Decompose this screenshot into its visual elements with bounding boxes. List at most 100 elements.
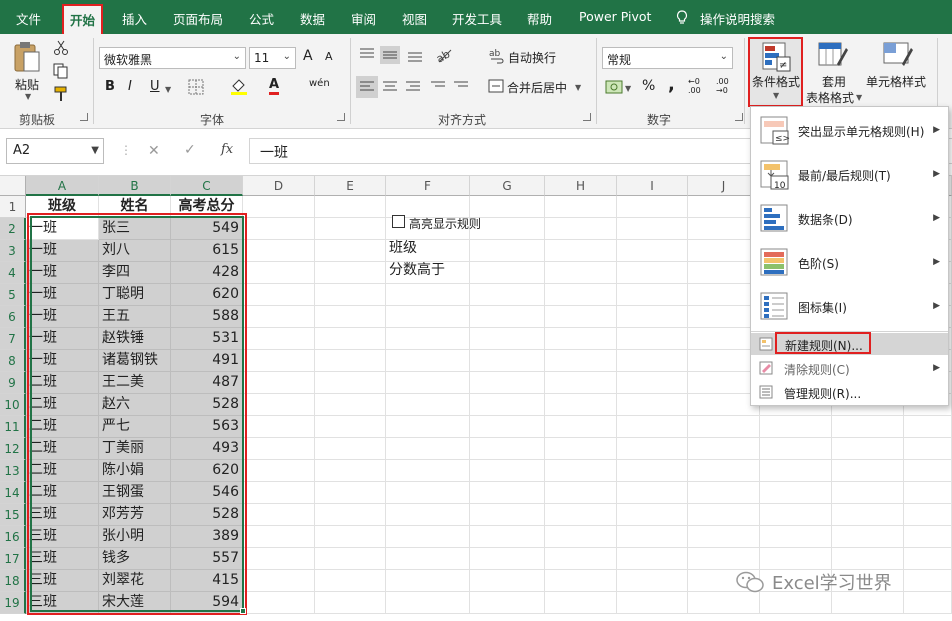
cell[interactable]	[243, 438, 315, 460]
cell[interactable]	[545, 548, 617, 570]
data-cell[interactable]: 诸葛钢铁	[99, 350, 171, 372]
data-cell[interactable]: 一班	[26, 262, 99, 284]
cell[interactable]	[315, 328, 386, 350]
cell[interactable]	[545, 592, 617, 614]
cell[interactable]	[386, 482, 470, 504]
formula-bar-options-icon[interactable]: ⋮	[120, 143, 132, 157]
cell[interactable]	[545, 482, 617, 504]
data-cell[interactable]: 549	[171, 218, 243, 240]
cell[interactable]	[386, 438, 470, 460]
bold-button[interactable]: B	[105, 79, 115, 94]
cell[interactable]	[470, 482, 545, 504]
cell[interactable]	[760, 460, 832, 482]
menu-item-highlight-rules[interactable]: ≤> 突出显示单元格规则(H) ▶	[751, 109, 948, 153]
cell[interactable]	[832, 592, 904, 614]
cell[interactable]	[315, 306, 386, 328]
phonetic-button[interactable]: wén	[309, 78, 330, 89]
cell[interactable]	[243, 306, 315, 328]
data-cell[interactable]: 487	[171, 372, 243, 394]
clipboard-launcher[interactable]	[80, 113, 88, 121]
cell[interactable]	[832, 482, 904, 504]
underline-dropdown-arrow[interactable]: ▼	[165, 85, 171, 94]
tell-me-search[interactable]: 操作说明搜索	[700, 9, 775, 27]
cell[interactable]	[904, 416, 952, 438]
data-cell[interactable]: 一班	[26, 284, 99, 306]
cell[interactable]	[243, 328, 315, 350]
cell[interactable]	[470, 460, 545, 482]
paste-dropdown-arrow[interactable]: ▼	[25, 92, 31, 101]
tab-view[interactable]: 视图	[402, 9, 427, 27]
tab-review[interactable]: 审阅	[351, 9, 376, 27]
comma-button[interactable]: ,	[668, 74, 675, 95]
cell[interactable]	[832, 548, 904, 570]
data-cell[interactable]: 丁聪明	[99, 284, 171, 306]
cell[interactable]	[315, 350, 386, 372]
cell[interactable]	[904, 482, 952, 504]
cell[interactable]	[760, 548, 832, 570]
cell[interactable]	[470, 350, 545, 372]
data-cell[interactable]: 二班	[26, 482, 99, 504]
cell[interactable]	[386, 460, 470, 482]
grow-font-button[interactable]: A	[303, 48, 313, 64]
cell[interactable]	[470, 284, 545, 306]
tab-formulas[interactable]: 公式	[249, 9, 274, 27]
font-name-combo[interactable]: 微软雅黑 ⌄	[99, 47, 246, 69]
cell[interactable]	[688, 438, 760, 460]
cell[interactable]	[243, 196, 315, 218]
menu-item-manage-rules[interactable]: 管理规则(R)...	[751, 381, 948, 403]
row-header-2[interactable]: 2	[0, 218, 26, 240]
cell[interactable]	[386, 416, 470, 438]
format-as-table-line1[interactable]: 套用	[822, 73, 846, 90]
data-cell[interactable]: 张小明	[99, 526, 171, 548]
menu-item-data-bars[interactable]: 数据条(D) ▶	[751, 197, 948, 241]
cell[interactable]	[617, 196, 688, 218]
data-cell[interactable]: 三班	[26, 570, 99, 592]
highlight-rule-checkbox[interactable]	[392, 215, 405, 228]
cell[interactable]	[617, 416, 688, 438]
data-cell[interactable]: 赵六	[99, 394, 171, 416]
shrink-font-button[interactable]: A	[325, 50, 333, 63]
row-header-9[interactable]: 9	[0, 372, 26, 394]
increase-decimal-button[interactable]: ←0 .00	[688, 77, 710, 95]
cell-styles-button[interactable]: 单元格样式	[866, 73, 926, 90]
cell[interactable]	[617, 526, 688, 548]
row-header-18[interactable]: 18	[0, 570, 26, 592]
cell[interactable]	[243, 504, 315, 526]
cell[interactable]	[315, 262, 386, 284]
cell[interactable]	[243, 218, 315, 240]
cell[interactable]	[315, 438, 386, 460]
cell[interactable]	[243, 284, 315, 306]
insert-function-icon[interactable]: fx	[221, 142, 233, 157]
data-cell[interactable]: 428	[171, 262, 243, 284]
merge-dropdown-arrow[interactable]: ▼	[575, 83, 581, 92]
cell[interactable]	[470, 218, 545, 240]
cell[interactable]	[688, 416, 760, 438]
header-cell[interactable]: 班级	[26, 196, 99, 218]
cell[interactable]	[470, 504, 545, 526]
row-header-10[interactable]: 10	[0, 394, 26, 416]
cell[interactable]	[545, 416, 617, 438]
cell[interactable]	[545, 196, 617, 218]
cell[interactable]	[545, 218, 617, 240]
wrap-text-button[interactable]: 自动换行	[508, 49, 556, 66]
data-cell[interactable]: 钱多	[99, 548, 171, 570]
cell[interactable]	[243, 240, 315, 262]
cell[interactable]	[470, 526, 545, 548]
cell[interactable]	[386, 548, 470, 570]
cell[interactable]	[470, 328, 545, 350]
data-cell[interactable]: 二班	[26, 372, 99, 394]
cell[interactable]	[688, 548, 760, 570]
data-cell[interactable]: 邓芳芳	[99, 504, 171, 526]
cell[interactable]	[688, 460, 760, 482]
cell[interactable]	[760, 592, 832, 614]
cell[interactable]	[688, 482, 760, 504]
cell[interactable]	[315, 218, 386, 240]
cell[interactable]	[760, 526, 832, 548]
horizontal-align-icons[interactable]	[356, 76, 476, 98]
header-cell[interactable]: 姓名	[99, 196, 171, 218]
cell[interactable]	[315, 570, 386, 592]
cell[interactable]	[545, 438, 617, 460]
row-header-19[interactable]: 19	[0, 592, 26, 614]
cell[interactable]	[315, 416, 386, 438]
font-size-combo[interactable]: 11 ⌄	[249, 47, 296, 69]
